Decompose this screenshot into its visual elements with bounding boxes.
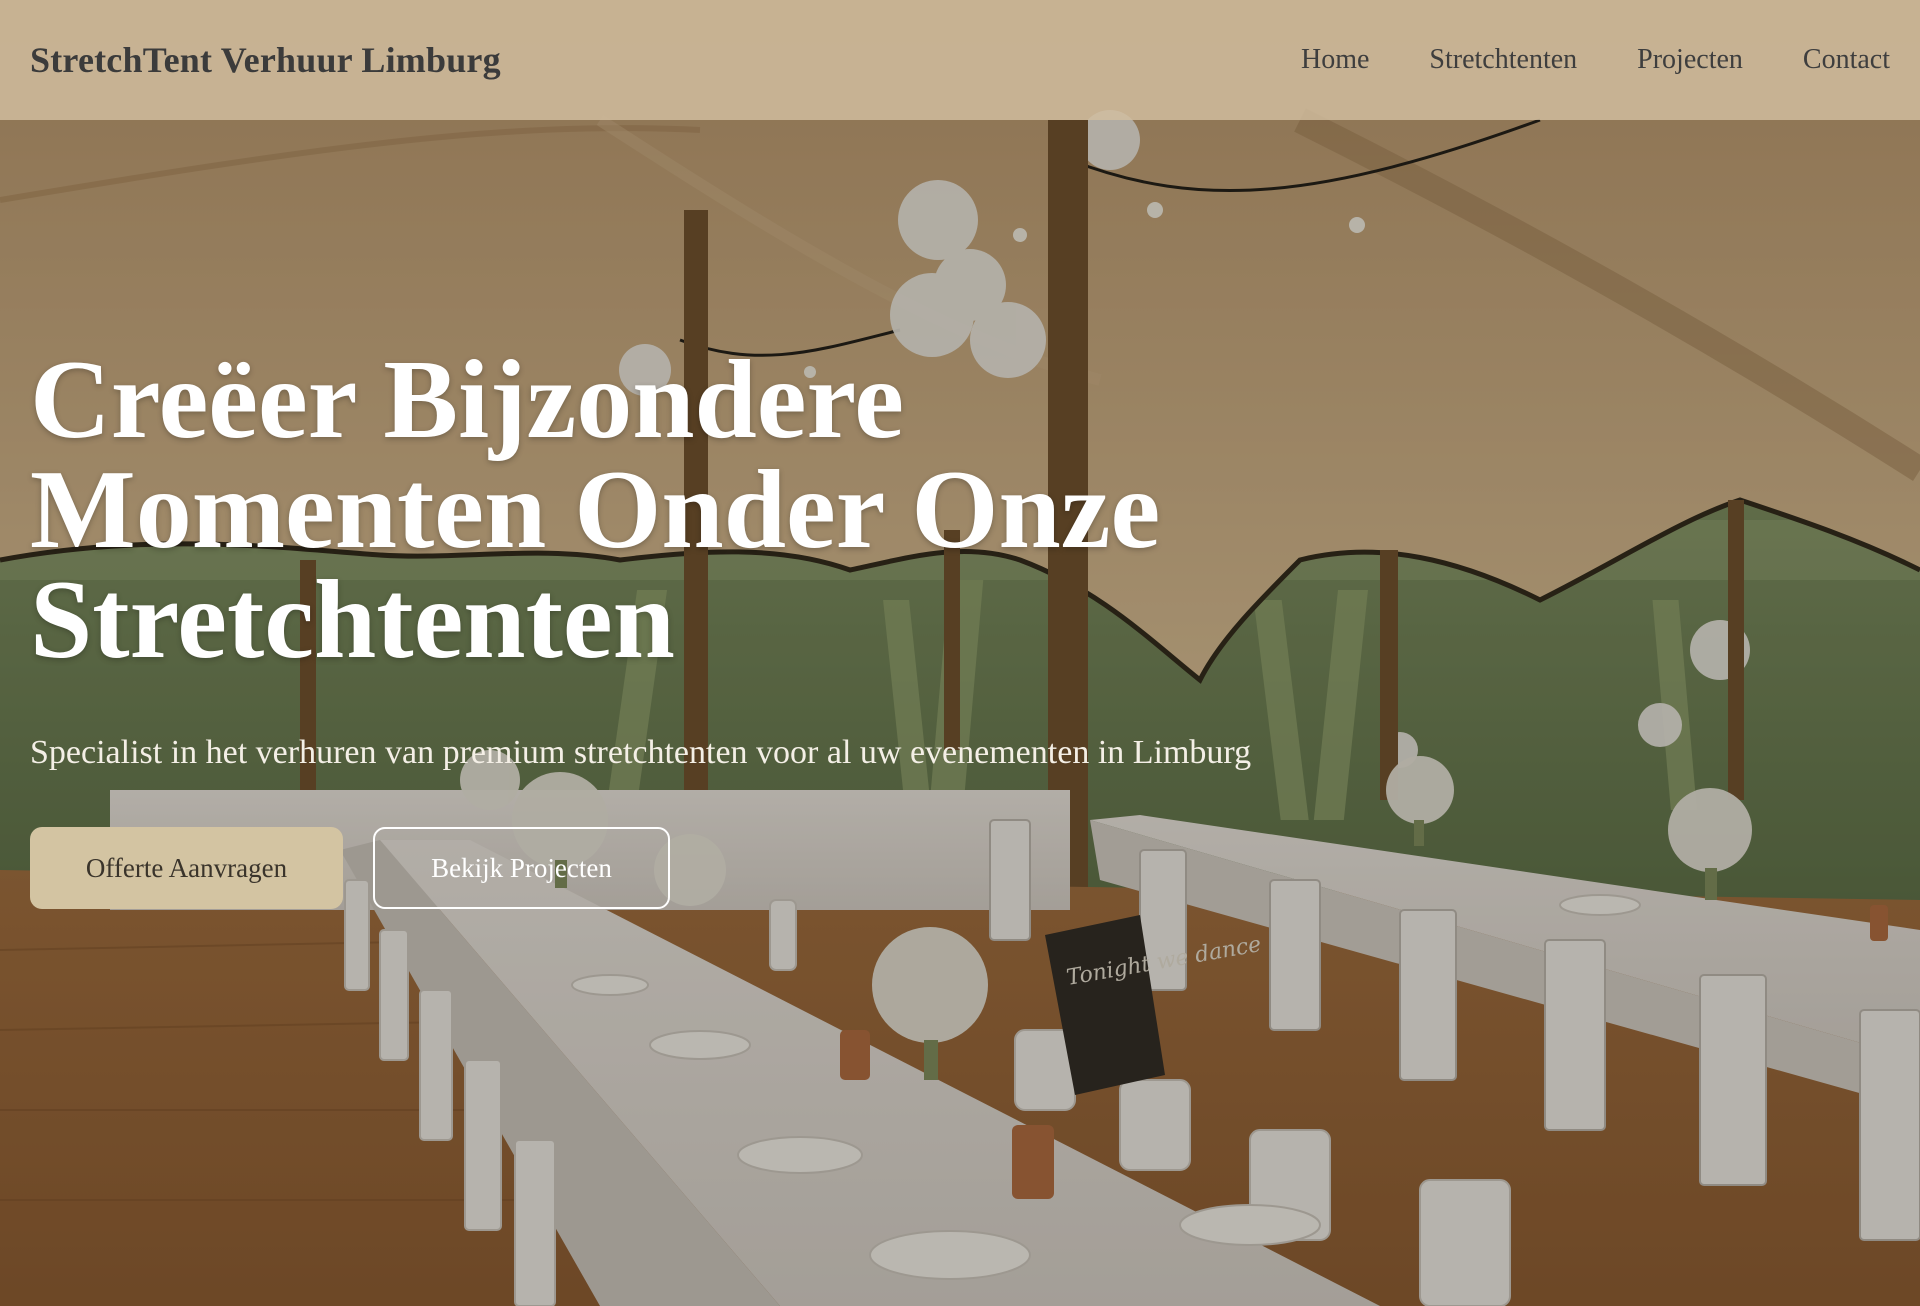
- site-header: StretchTent Verhuur Limburg Home Stretch…: [0, 0, 1920, 120]
- hero-title-line-3: Stretchtenten: [30, 558, 675, 682]
- page: Tonight we dance StretchTent Verhuur Lim…: [0, 0, 1920, 1306]
- nav-link-projecten[interactable]: Projecten: [1637, 44, 1743, 76]
- view-projects-button[interactable]: Bekijk Projecten: [373, 827, 670, 909]
- hero-cta-group: Offerte Aanvragen Bekijk Projecten: [30, 827, 1330, 909]
- nav-link-home[interactable]: Home: [1301, 44, 1369, 76]
- hero-title-line-1: Creëer Bijzondere: [30, 338, 904, 462]
- main-nav: Home Stretchtenten Projecten Contact: [1301, 44, 1890, 76]
- brand-logo-link[interactable]: StretchTent Verhuur Limburg: [30, 39, 501, 81]
- nav-link-stretchtenten[interactable]: Stretchtenten: [1429, 44, 1577, 76]
- nav-link-contact[interactable]: Contact: [1803, 44, 1890, 76]
- hero-subtitle: Specialist in het verhuren van premium s…: [30, 734, 1252, 771]
- hero-content: Creëer Bijzondere Momenten Onder Onze St…: [30, 344, 1330, 909]
- hero-title: Creëer Bijzondere Momenten Onder Onze St…: [30, 344, 1230, 676]
- hero-title-line-2: Momenten Onder Onze: [30, 448, 1161, 572]
- request-quote-button[interactable]: Offerte Aanvragen: [30, 827, 343, 909]
